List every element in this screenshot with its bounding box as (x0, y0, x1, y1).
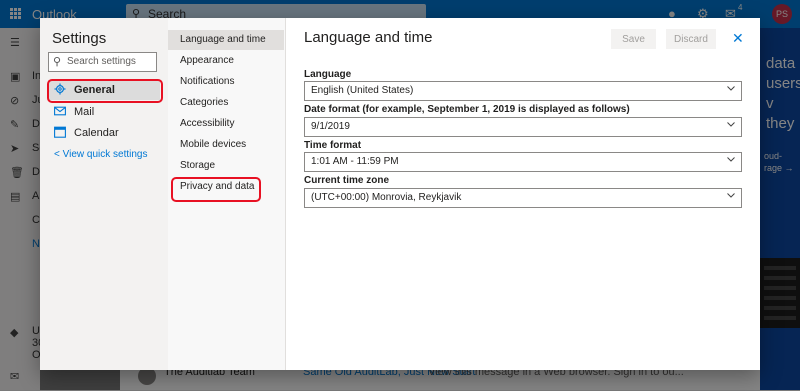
language-select[interactable]: English (United States) (304, 81, 742, 101)
mail-icon (54, 106, 66, 116)
chevron-down-icon (727, 193, 735, 198)
time-zone-select[interactable]: (UTC+00:00) Monrovia, Reykjavik (304, 188, 742, 208)
date-format-value: 9/1/2019 (311, 121, 350, 132)
subcategory-mobile-devices[interactable]: Mobile devices (168, 135, 284, 155)
panel-title: Language and time (304, 29, 433, 46)
subcategory-storage[interactable]: Storage (168, 156, 284, 176)
highlight-general (47, 79, 163, 103)
chevron-down-icon (727, 86, 735, 91)
date-format-label: Date format (for example, September 1, 2… (304, 104, 630, 115)
settings-search-box[interactable]: ⚲ (48, 52, 157, 72)
category-calendar[interactable]: Calendar (48, 123, 160, 143)
time-zone-value: (UTC+00:00) Monrovia, Reykjavik (311, 192, 462, 203)
settings-search-input[interactable] (67, 54, 153, 68)
date-format-select[interactable]: 9/1/2019 (304, 117, 742, 137)
time-format-label: Time format (304, 140, 362, 151)
language-value: English (United States) (311, 85, 414, 96)
category-mail-label: Mail (74, 106, 95, 118)
chevron-down-icon (727, 157, 735, 162)
time-format-select[interactable]: 1:01 AM - 11:59 PM (304, 152, 742, 172)
subcategory-notifications[interactable]: Notifications (168, 72, 284, 92)
save-button[interactable]: Save (611, 29, 656, 49)
close-icon[interactable]: ✕ (732, 30, 744, 47)
search-icon: ⚲ (53, 56, 62, 68)
subcategory-accessibility[interactable]: Accessibility (168, 114, 284, 134)
subcategory-label: Language and time (180, 34, 266, 45)
subcategory-label: Mobile devices (180, 139, 247, 150)
subcategory-label: Storage (180, 160, 216, 171)
subcategory-label: Accessibility (180, 118, 235, 129)
time-format-value: 1:01 AM - 11:59 PM (311, 156, 399, 167)
subcategory-label: Notifications (180, 76, 235, 87)
settings-categories-pane: Settings ⚲ General Mail (40, 18, 168, 370)
category-mail[interactable]: Mail (48, 102, 160, 122)
settings-dialog: Settings ⚲ General Mail (40, 18, 760, 370)
subcategory-appearance[interactable]: Appearance (168, 51, 284, 71)
settings-title: Settings (52, 30, 107, 47)
language-label: Language (304, 69, 352, 80)
discard-button[interactable]: Discard (666, 29, 716, 49)
subcategory-label: Appearance (180, 55, 234, 66)
view-quick-settings-link[interactable]: < View quick settings (54, 149, 147, 160)
category-calendar-label: Calendar (74, 127, 119, 139)
subcategory-categories[interactable]: Categories (168, 93, 284, 113)
settings-content-pane: Language and time Save Discard ✕ Languag… (286, 18, 760, 370)
settings-subcategories-pane: Language and time Appearance Notificatio… (168, 18, 286, 370)
time-zone-label: Current time zone (304, 175, 390, 186)
subcategory-language-and-time[interactable]: Language and time (168, 30, 284, 50)
subcategory-label: Categories (180, 97, 229, 108)
highlight-privacy-and-data (171, 177, 261, 202)
calendar-icon (54, 126, 66, 138)
chevron-down-icon (727, 122, 735, 127)
